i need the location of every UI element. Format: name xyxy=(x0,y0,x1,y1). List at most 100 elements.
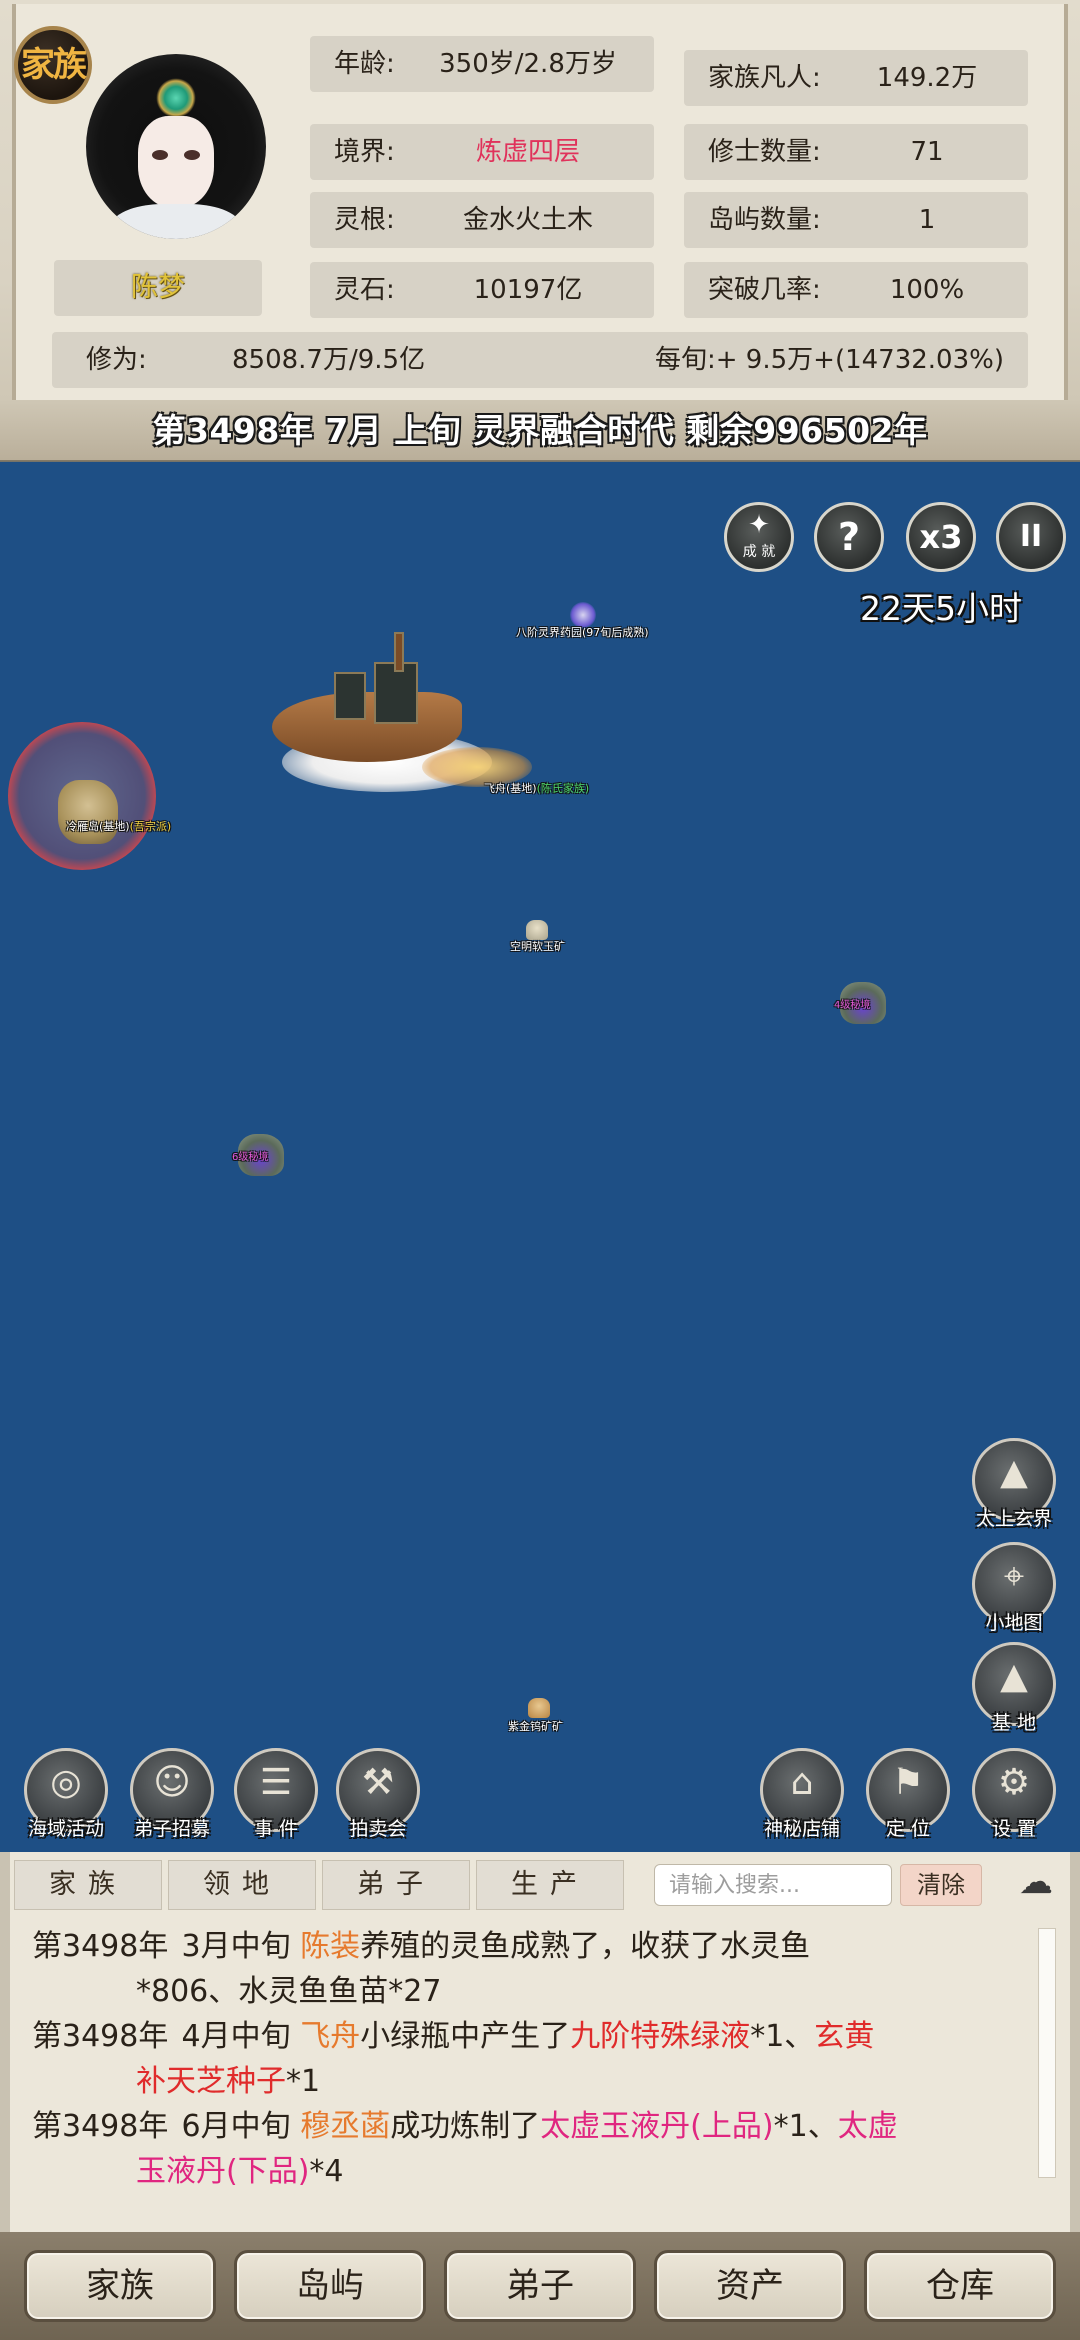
avatar-eye xyxy=(152,150,168,160)
nav-family[interactable]: 家族 xyxy=(24,2250,216,2322)
island-name: 冷雁岛(基地) xyxy=(66,820,130,833)
shop-icon: ⌂ xyxy=(790,1762,814,1803)
avatar-face xyxy=(138,116,214,208)
location-pin-icon: ⌖ xyxy=(1003,1556,1025,1597)
search-input[interactable] xyxy=(654,1864,892,1906)
tab-production[interactable]: 生产 xyxy=(476,1860,624,1910)
spirit-garden-label[interactable]: 八阶灵界药园(97旬后成熟) xyxy=(516,624,649,640)
family-badge[interactable]: 家族 xyxy=(14,26,92,104)
stat-value: 10197亿 xyxy=(473,275,583,305)
sea-map[interactable]: ✦ 成 就 ? x3 II 22天5小时 冷雁岛(基地)(吾宗派) 八阶灵界药园… xyxy=(0,462,1080,1852)
mine-label[interactable]: 空明软玉矿 xyxy=(510,938,565,954)
character-name[interactable]: 陈梦 xyxy=(54,260,262,316)
log-text-cont: 补天芝种子*1 xyxy=(32,2059,1032,2104)
log-actor: 穆丞菡 xyxy=(300,2109,391,2144)
avatar-eye xyxy=(184,150,200,160)
taishang-realm-button[interactable]: ▲ 太上玄界 xyxy=(972,1438,1056,1530)
gavel-icon: ⚒ xyxy=(361,1762,395,1803)
log-item: 九阶特殊绿液 xyxy=(570,2019,751,2054)
question-icon: ? xyxy=(837,515,861,559)
stat-label: 修士数量: xyxy=(708,137,821,167)
island-icon[interactable] xyxy=(58,780,118,844)
nav-warehouse[interactable]: 仓库 xyxy=(864,2250,1056,2322)
airship[interactable] xyxy=(272,632,532,792)
log-item: 玉液丹(下品) xyxy=(136,2154,310,2189)
character-avatar[interactable] xyxy=(86,54,266,239)
events-button[interactable]: ☰ 事 件 xyxy=(234,1748,318,1840)
log-date: 4月中旬 xyxy=(181,2019,291,2054)
button-label: 神秘店铺 xyxy=(763,1818,840,1840)
clear-button[interactable]: 清除 xyxy=(900,1864,982,1906)
log-text: 小绿瓶中产生了 xyxy=(360,2019,571,2054)
activity-icon: ◎ xyxy=(50,1762,82,1803)
tab-disciples[interactable]: 弟子 xyxy=(322,1860,470,1910)
help-button[interactable]: ? xyxy=(814,502,884,572)
base-button[interactable]: ▲ 基 地 xyxy=(972,1642,1056,1734)
mine-label[interactable]: 紫金钨矿矿 xyxy=(508,1718,563,1734)
airship-label[interactable]: 飞舟(基地)(陈氏家族) xyxy=(484,780,589,796)
sea-activity-button[interactable]: ◎ 海域活动 xyxy=(24,1748,108,1840)
log-date: 3月中旬 xyxy=(181,1929,291,1964)
airship-tower xyxy=(334,672,366,720)
nav-disciples[interactable]: 弟子 xyxy=(444,2250,636,2322)
log-year: 第3498年 xyxy=(32,2109,169,2144)
log-list[interactable]: 第3498年 3月中旬 陈装养殖的灵鱼成熟了，收获了水灵鱼 *806、水灵鱼鱼苗… xyxy=(32,1924,1032,2224)
stat-value: 71 xyxy=(910,137,944,167)
button-label: 定 位 xyxy=(885,1818,931,1840)
stat-label: 岛屿数量: xyxy=(708,205,821,235)
tab-territory[interactable]: 领地 xyxy=(168,1860,316,1910)
log-scrollbar[interactable] xyxy=(1038,1928,1056,2178)
button-label: 海域活动 xyxy=(27,1818,104,1840)
log-entry: 第3498年 3月中旬 陈装养殖的灵鱼成熟了，收获了水灵鱼 *806、水灵鱼鱼苗… xyxy=(32,1924,1032,2014)
pause-icon: II xyxy=(1019,519,1043,554)
stat-value: 149.2万 xyxy=(876,63,978,93)
island-label[interactable]: 冷雁岛(基地)(吾宗派) xyxy=(66,818,171,834)
secret-realm-icon[interactable]: 6级秘境 xyxy=(232,1134,284,1176)
stat-realm: 境界: 炼虚四层 xyxy=(310,124,654,180)
disciple-recruit-button[interactable]: ☺ 弟子招募 xyxy=(130,1748,214,1840)
stat-label: 突破几率: xyxy=(708,275,821,305)
log-year: 第3498年 xyxy=(32,2019,169,2054)
achievement-button[interactable]: ✦ 成 就 xyxy=(724,502,794,572)
stat-label: 年龄: xyxy=(334,49,395,79)
stat-label: 灵根: xyxy=(334,205,395,235)
nav-assets[interactable]: 资产 xyxy=(654,2250,846,2322)
airship-hull xyxy=(272,692,462,762)
secret-realm-icon[interactable]: 4级秘境 xyxy=(834,982,886,1024)
log-text-cont: *806、水灵鱼鱼苗*27 xyxy=(136,1974,442,2009)
tab-family[interactable]: 家族 xyxy=(14,1860,162,1910)
pause-button[interactable]: II xyxy=(996,502,1066,572)
settings-button[interactable]: ⚙ 设 置 xyxy=(972,1748,1056,1840)
airship-tag: (陈氏家族) xyxy=(536,782,590,795)
flag-icon: ⚑ xyxy=(891,1762,925,1803)
log-entry: 第3498年 4月中旬 飞舟小绿瓶中产生了九阶特殊绿液*1、玄黄 补天芝种子*1 xyxy=(32,2014,1032,2104)
log-actor: 飞舟 xyxy=(300,2019,361,2054)
stat-label: 家族凡人: xyxy=(708,63,821,93)
speed-button[interactable]: x3 xyxy=(906,502,976,572)
locate-button[interactable]: ⚑ 定 位 xyxy=(866,1748,950,1840)
status-panel: 家族 陈梦 年龄: 350岁/2.8万岁 境界: 炼虚四层 灵根: 金水火土木 … xyxy=(0,0,1080,404)
cultivation-bar: 修为: 8508.7万/9.5亿 每旬:+ 9.5万+(14732.03%) xyxy=(52,332,1028,388)
button-label: 基 地 xyxy=(991,1712,1037,1734)
mystery-shop-button[interactable]: ⌂ 神秘店铺 xyxy=(760,1748,844,1840)
stat-mortals: 家族凡人: 149.2万 xyxy=(684,50,1028,106)
nav-islands[interactable]: 岛屿 xyxy=(234,2250,426,2322)
stat-breakthrough: 突破几率: 100% xyxy=(684,262,1028,318)
island-tag: (吾宗派) xyxy=(129,820,172,833)
cultivation-value: 8508.7万/9.5亿 xyxy=(232,345,426,375)
minimap-button[interactable]: ⌖ 小地图 xyxy=(972,1542,1056,1634)
stat-value: 100% xyxy=(889,275,965,305)
log-date: 6月中旬 xyxy=(181,2109,291,2144)
stat-islands: 岛屿数量: 1 xyxy=(684,192,1028,248)
auction-button[interactable]: ⚒ 拍卖会 xyxy=(336,1748,420,1840)
log-text-cont: 玉液丹(下品)*4 xyxy=(32,2149,1032,2194)
log-text: *1、 xyxy=(773,2109,838,2144)
log-item: 补天芝种子 xyxy=(136,2064,286,2099)
stat-value: 350岁/2.8万岁 xyxy=(439,49,617,79)
button-label: 小地图 xyxy=(985,1612,1043,1634)
cloud-icon[interactable]: ☁ xyxy=(996,1862,1076,1902)
mine-icon[interactable] xyxy=(526,920,548,940)
stat-value: 金水火土木 xyxy=(462,205,593,235)
button-label: 事 件 xyxy=(253,1818,299,1840)
mine-icon[interactable] xyxy=(528,1698,550,1718)
